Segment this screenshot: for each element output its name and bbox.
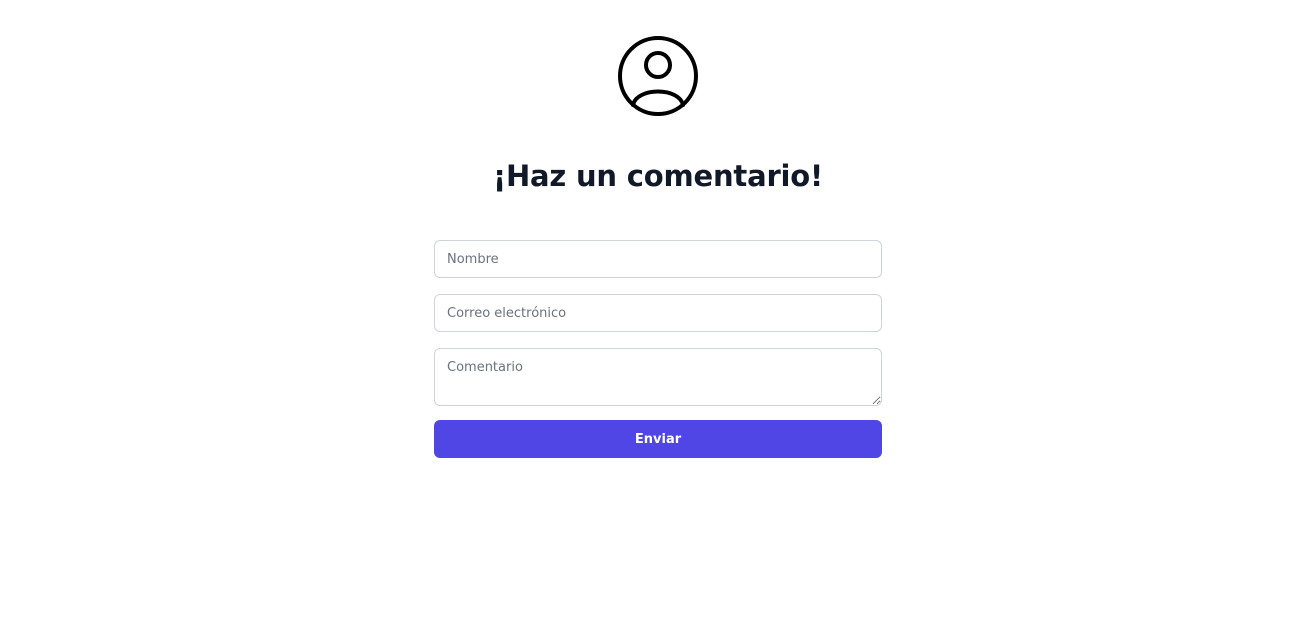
user-avatar-icon <box>617 35 699 117</box>
name-input[interactable] <box>434 240 882 278</box>
page-title: ¡Haz un comentario! <box>492 159 824 193</box>
comment-textarea[interactable] <box>434 348 882 406</box>
comment-form: Enviar <box>434 240 882 458</box>
submit-button[interactable]: Enviar <box>434 420 882 458</box>
email-input[interactable] <box>434 294 882 332</box>
comment-page: ¡Haz un comentario! Enviar <box>0 0 1316 618</box>
